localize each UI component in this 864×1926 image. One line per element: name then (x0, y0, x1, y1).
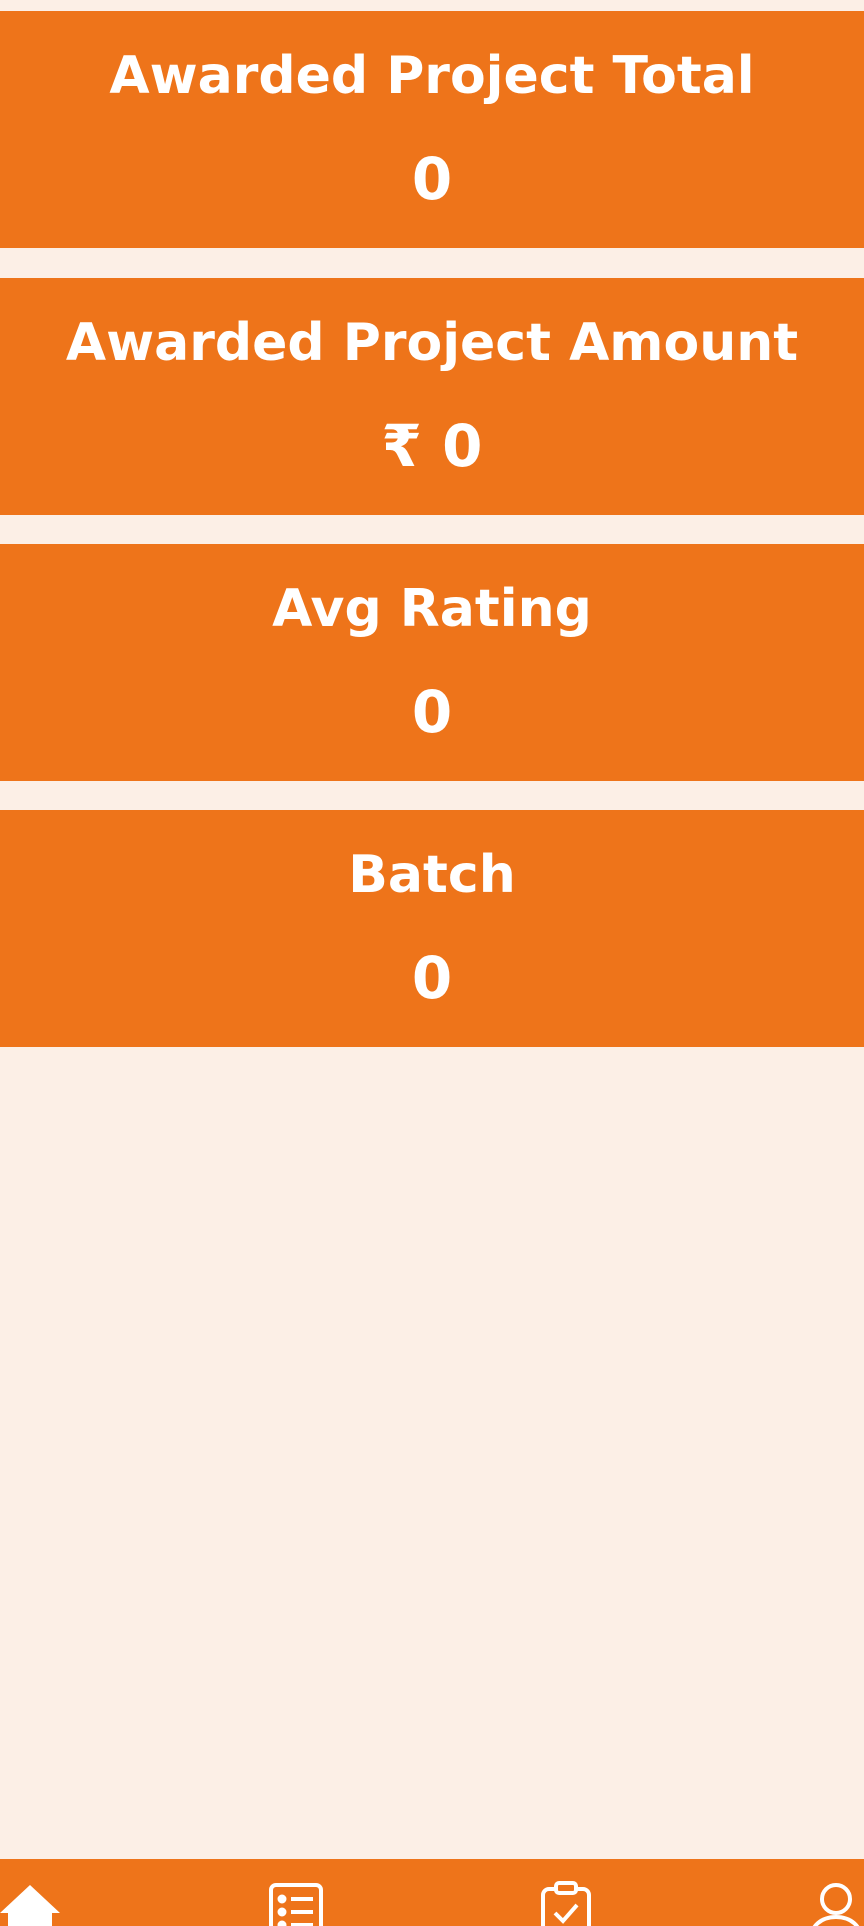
card-title: Awarded Project Amount (65, 313, 799, 373)
card-value: ₹ 0 (381, 412, 483, 480)
card-value: 0 (411, 145, 453, 213)
nav-item-list[interactable] (265, 1881, 329, 1926)
stat-card-awarded-project-amount: Awarded Project Amount ₹ 0 (0, 278, 864, 515)
stat-card-avg-rating: Avg Rating 0 (0, 544, 864, 781)
nav-item-tasks[interactable] (535, 1881, 599, 1926)
stat-card-batch: Batch 0 (0, 810, 864, 1047)
card-title: Batch (348, 845, 516, 905)
user-icon (812, 1883, 860, 1926)
nav-item-profile[interactable] (804, 1881, 864, 1926)
card-value: 0 (411, 678, 453, 746)
stat-card-awarded-project-total: Awarded Project Total 0 (0, 11, 864, 248)
nav-item-home[interactable] (0, 1881, 62, 1926)
bottom-navigation-bar (0, 1859, 864, 1926)
card-title: Avg Rating (272, 579, 592, 639)
clipboard-check-icon (541, 1881, 591, 1926)
card-value: 0 (411, 944, 453, 1012)
card-title: Awarded Project Total (109, 46, 755, 106)
list-icon (269, 1883, 323, 1926)
home-icon (0, 1885, 60, 1926)
